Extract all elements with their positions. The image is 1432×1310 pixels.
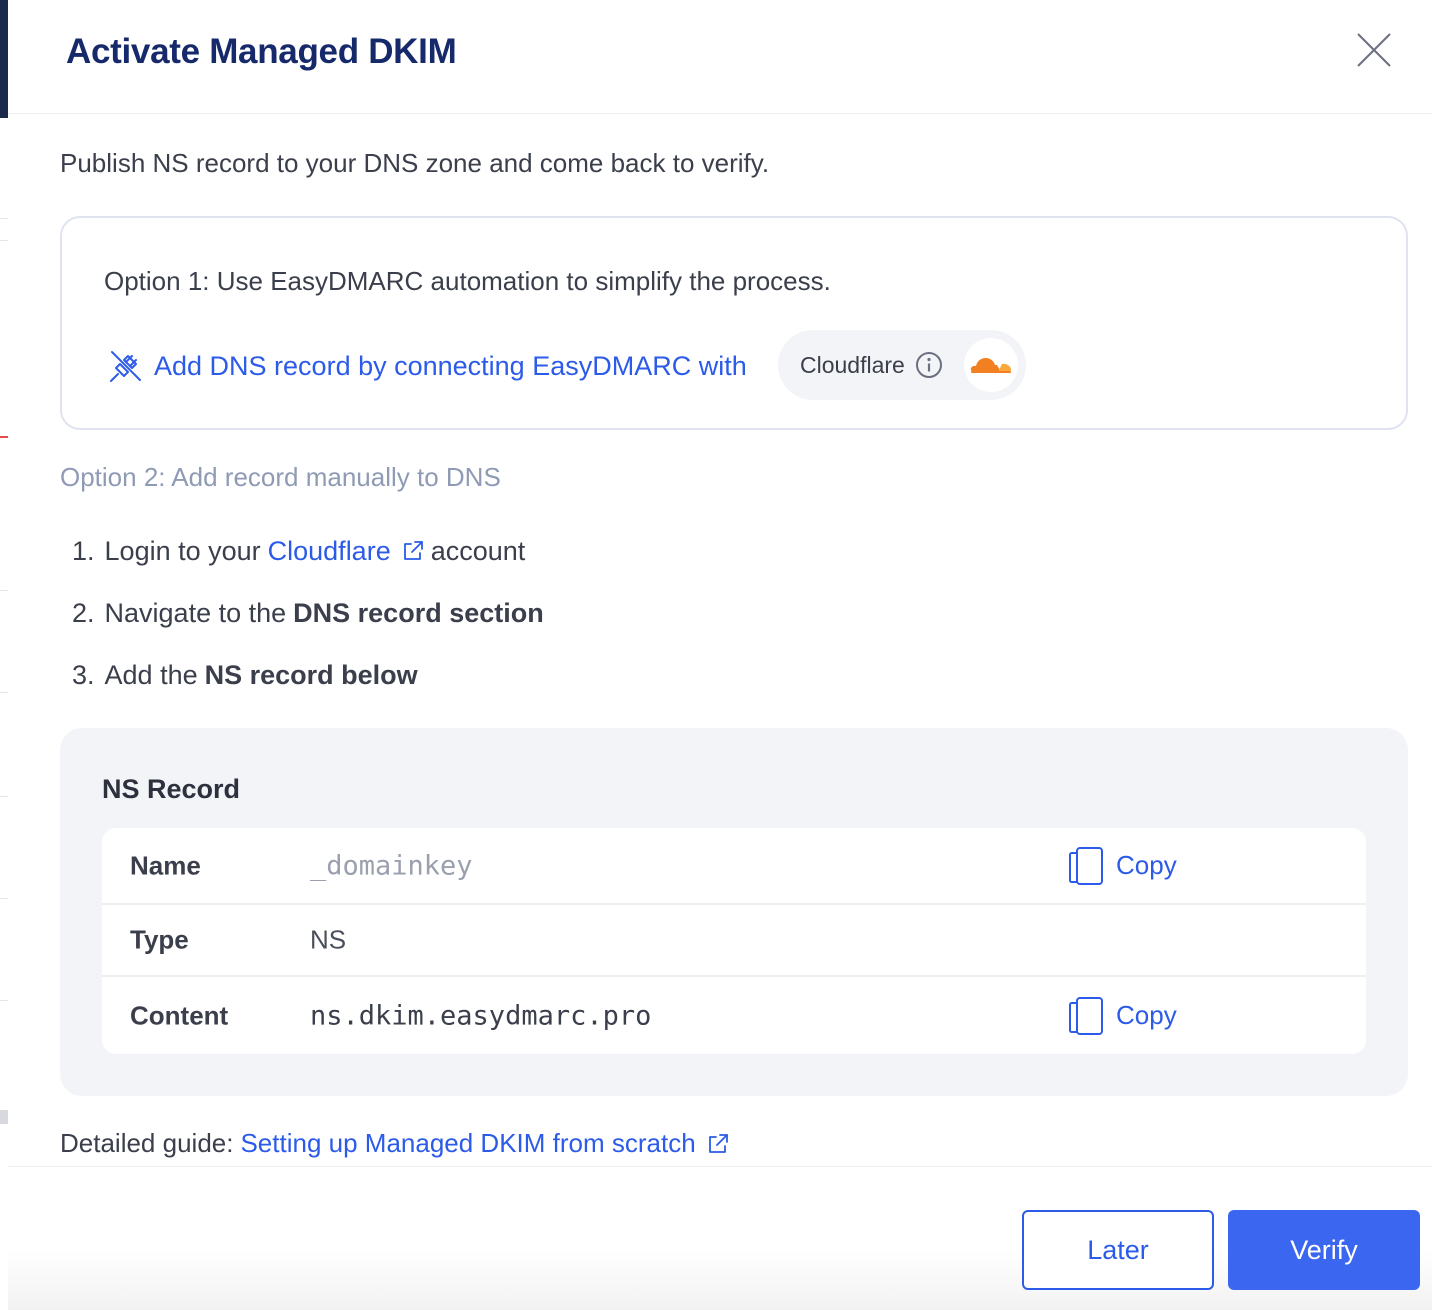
step-number: 3. bbox=[72, 659, 95, 690]
close-icon bbox=[1357, 33, 1391, 67]
copy-label: Copy bbox=[1116, 1000, 1177, 1030]
record-value[interactable]: NS bbox=[310, 925, 346, 956]
later-button[interactable]: Later bbox=[1022, 1210, 1214, 1290]
cloudflare-logo-icon bbox=[970, 358, 1012, 373]
ns-record-title: NS Record bbox=[102, 774, 241, 804]
step-bold-text: DNS record section bbox=[293, 597, 544, 628]
step-text: Navigate to the bbox=[104, 597, 287, 628]
background-page-strip bbox=[0, 0, 8, 1310]
record-key: Name bbox=[130, 850, 201, 880]
step-number: 1. bbox=[72, 535, 95, 566]
background-divider bbox=[0, 796, 8, 797]
record-row-name: Name _domainkey Copy bbox=[102, 828, 1366, 905]
background-divider bbox=[0, 590, 8, 591]
step-text: Login to your bbox=[104, 535, 261, 566]
detailed-guide: Detailed guide: Setting up Managed DKIM … bbox=[60, 1128, 730, 1159]
provider-pill-cloudflare[interactable]: Cloudflare bbox=[778, 330, 1026, 400]
provider-name: Cloudflare bbox=[800, 351, 905, 378]
step-text: Add the bbox=[104, 659, 198, 690]
step-item: 3. Add the NS record below bbox=[72, 644, 544, 706]
step-number: 2. bbox=[72, 597, 95, 628]
step-item: 1. Login to your Cloudflare account bbox=[72, 520, 544, 582]
ns-record-table: Name _domainkey Copy Type NS Content ns.… bbox=[102, 828, 1366, 1054]
guide-link[interactable]: Setting up Managed DKIM from scratch bbox=[240, 1128, 729, 1159]
step-bold-text: NS record below bbox=[204, 659, 418, 690]
copy-name-button[interactable]: Copy bbox=[1068, 846, 1177, 886]
background-scrollbar bbox=[0, 1110, 8, 1124]
record-row-type: Type NS bbox=[102, 905, 1366, 977]
record-row-content: Content ns.dkim.easydmarc.pro Copy bbox=[102, 977, 1366, 1054]
unplugged-icon bbox=[110, 351, 141, 382]
verify-button[interactable]: Verify bbox=[1228, 1210, 1420, 1290]
record-key: Type bbox=[130, 924, 189, 955]
option1-card: Option 1: Use EasyDMARC automation to si… bbox=[60, 216, 1408, 430]
modal-title: Activate Managed DKIM bbox=[66, 32, 457, 71]
info-icon[interactable] bbox=[915, 351, 943, 379]
modal-header: Activate Managed DKIM bbox=[8, 0, 1432, 114]
ns-record-box: NS Record Name _domainkey Copy Type NS C… bbox=[60, 728, 1408, 1096]
background-divider bbox=[0, 898, 8, 899]
record-key: Content bbox=[130, 1000, 229, 1030]
cloudflare-link-label: Cloudflare bbox=[267, 535, 391, 566]
record-value[interactable]: ns.dkim.easydmarc.pro bbox=[310, 1000, 651, 1031]
external-link-icon bbox=[403, 541, 423, 560]
footer-divider bbox=[8, 1166, 1432, 1167]
copy-icon bbox=[1069, 846, 1103, 885]
guide-prefix: Detailed guide: bbox=[60, 1128, 234, 1158]
connect-dns-label: Add DNS record by connecting EasyDMARC w… bbox=[154, 350, 747, 381]
step-item: 2. Navigate to the DNS record section bbox=[72, 582, 544, 644]
copy-icon bbox=[1069, 996, 1103, 1035]
manual-steps-list: 1. Login to your Cloudflare account 2. N… bbox=[72, 520, 544, 706]
copy-content-button[interactable]: Copy bbox=[1068, 996, 1177, 1036]
copy-label: Copy bbox=[1116, 850, 1177, 880]
connect-dns-link[interactable]: Add DNS record by connecting EasyDMARC w… bbox=[106, 346, 747, 386]
background-divider bbox=[0, 218, 8, 219]
background-divider bbox=[0, 240, 8, 241]
background-sidebar bbox=[0, 0, 8, 118]
modal-intro-text: Publish NS record to your DNS zone and c… bbox=[60, 148, 770, 178]
guide-link-label: Setting up Managed DKIM from scratch bbox=[240, 1128, 696, 1158]
record-value[interactable]: _domainkey bbox=[310, 850, 473, 881]
close-button[interactable] bbox=[1354, 30, 1394, 70]
option2-heading: Option 2: Add record manually to DNS bbox=[60, 462, 501, 492]
background-divider bbox=[0, 1000, 8, 1001]
activate-dkim-modal: Activate Managed DKIM Publish NS record … bbox=[8, 0, 1432, 1310]
background-divider bbox=[0, 692, 8, 693]
step-text-suffix: account bbox=[430, 535, 526, 566]
cloudflare-login-link[interactable]: Cloudflare bbox=[268, 536, 425, 567]
external-link-icon bbox=[708, 1133, 728, 1153]
cloudflare-logo bbox=[964, 338, 1018, 392]
footer-shadow bbox=[8, 1250, 1432, 1310]
background-accent-line bbox=[0, 436, 8, 438]
option1-text: Option 1: Use EasyDMARC automation to si… bbox=[104, 266, 831, 296]
